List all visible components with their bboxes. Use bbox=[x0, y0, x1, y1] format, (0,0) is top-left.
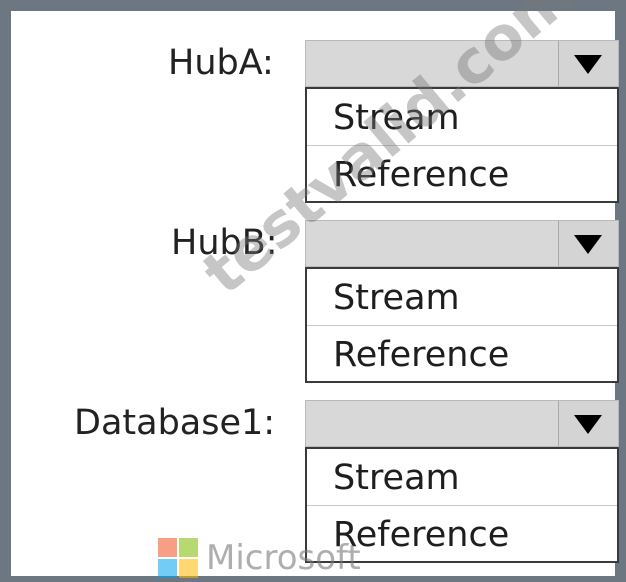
database1-dropdown-arrow-button[interactable] bbox=[558, 401, 618, 446]
hubb-option-stream[interactable]: Stream bbox=[307, 269, 617, 325]
database1-option-stream[interactable]: Stream bbox=[307, 449, 617, 505]
hubb-dropdown-arrow-button[interactable] bbox=[558, 221, 618, 266]
huba-options-list: Stream Reference bbox=[305, 87, 619, 203]
huba-dropdown-arrow-button[interactable] bbox=[558, 41, 618, 86]
huba-dropdown[interactable] bbox=[305, 40, 619, 87]
database1-label: Database1: bbox=[74, 403, 276, 443]
database1-dropdown[interactable] bbox=[305, 400, 619, 447]
hubb-dropdown[interactable] bbox=[305, 220, 619, 267]
microsoft-logo-text: Microsoft bbox=[206, 538, 361, 578]
hubb-label: HubB: bbox=[171, 223, 278, 263]
microsoft-logo-icon bbox=[158, 538, 200, 578]
chevron-down-icon bbox=[574, 235, 602, 254]
chevron-down-icon bbox=[574, 415, 602, 434]
chevron-down-icon bbox=[574, 55, 602, 74]
hubb-options-list: Stream Reference bbox=[305, 267, 619, 383]
hubb-option-reference[interactable]: Reference bbox=[307, 325, 617, 381]
huba-option-stream[interactable]: Stream bbox=[307, 89, 617, 145]
answer-area-frame: HubA: Stream Reference HubB: Stream Refe… bbox=[0, 0, 626, 582]
huba-option-reference[interactable]: Reference bbox=[307, 145, 617, 201]
huba-label: HubA: bbox=[168, 43, 274, 83]
